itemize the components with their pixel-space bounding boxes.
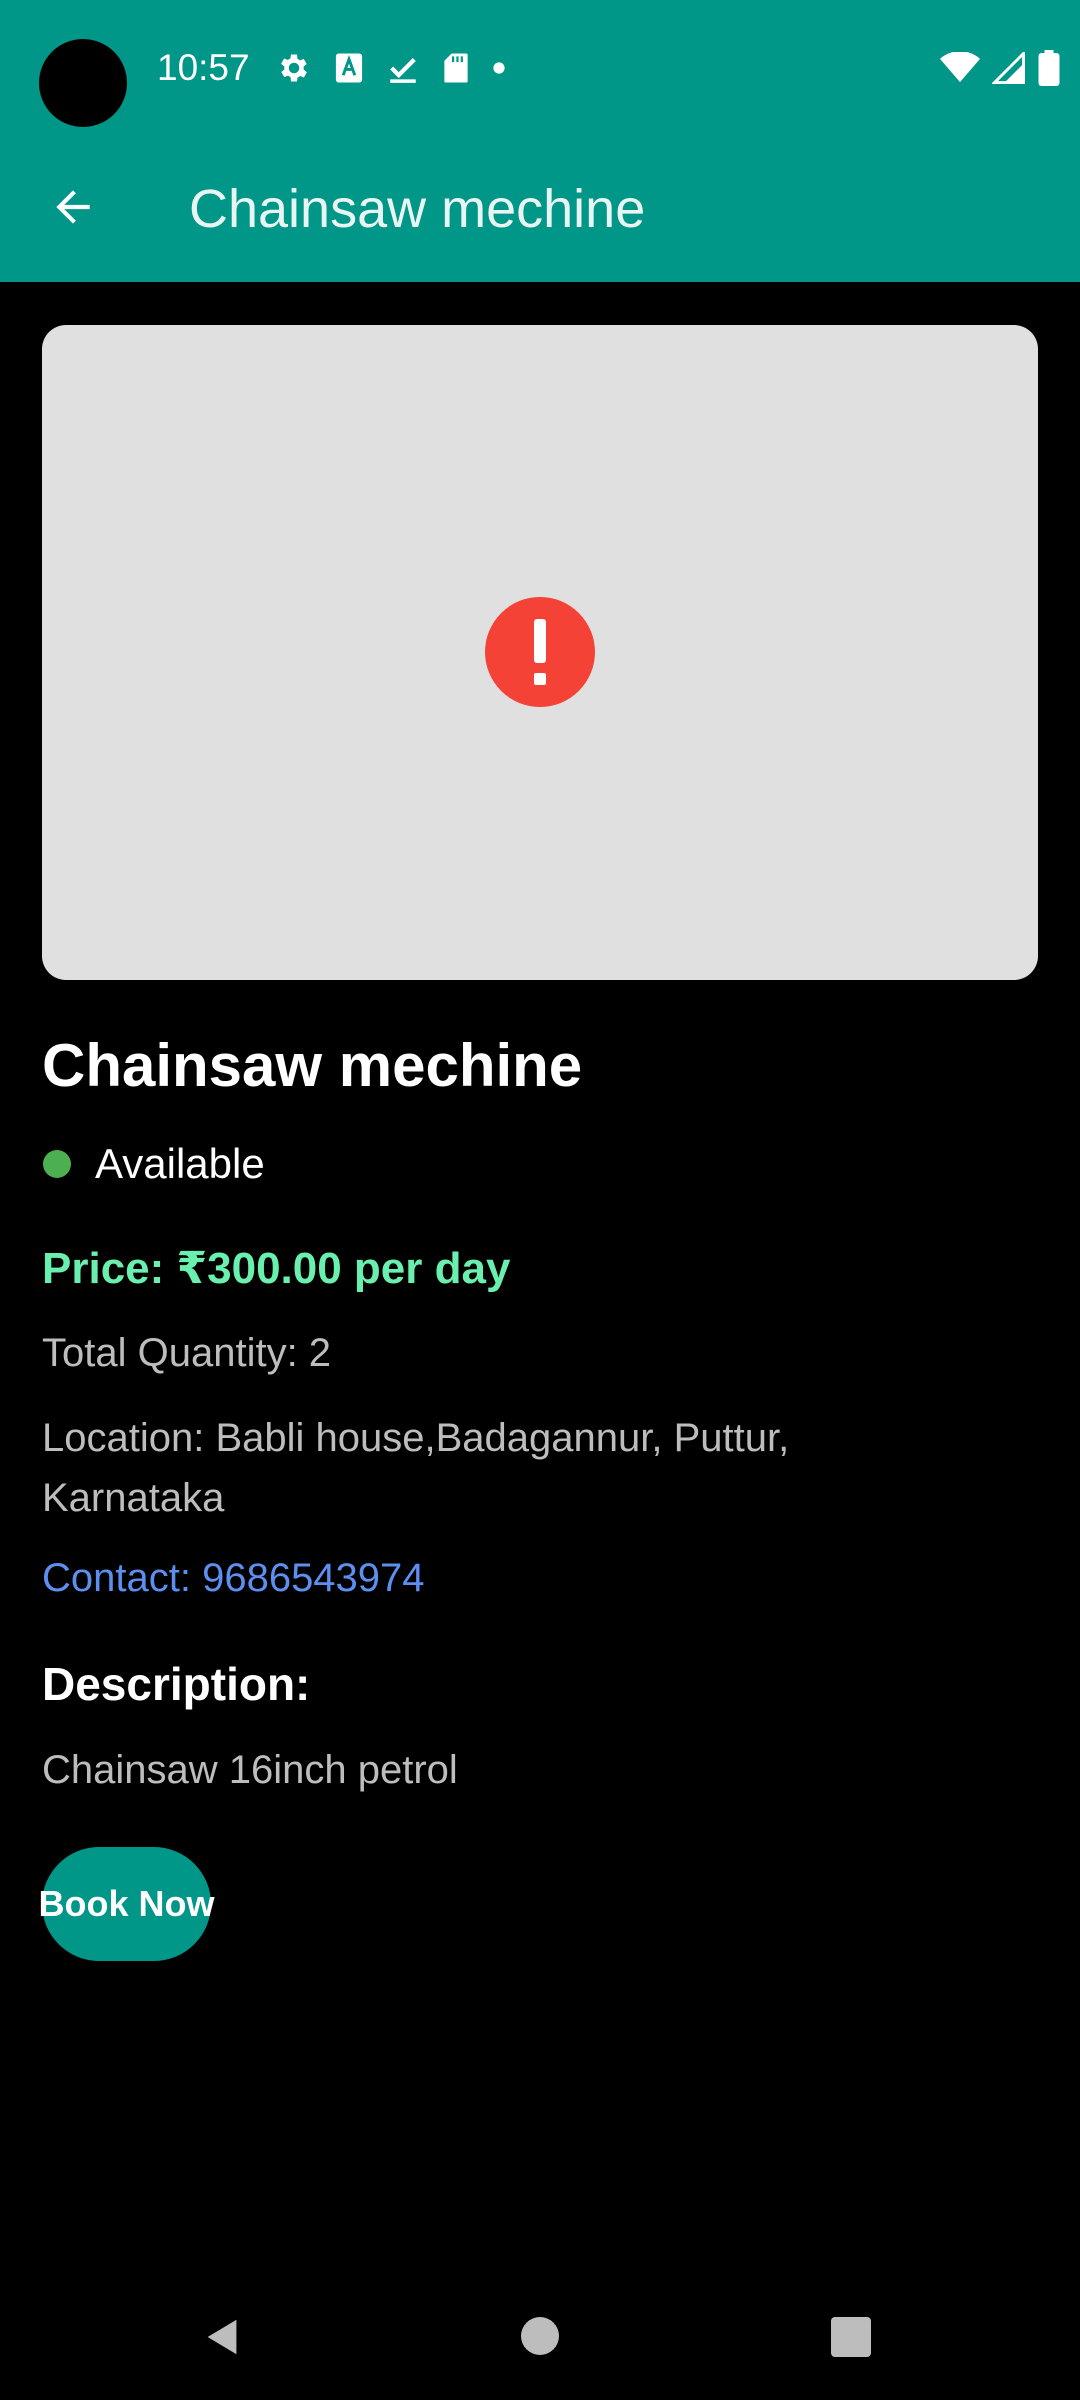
system-nav-bar bbox=[0, 2274, 1080, 2400]
status-icons-right bbox=[940, 48, 1060, 88]
wifi-icon bbox=[940, 52, 980, 84]
availability-label: Available bbox=[95, 1140, 265, 1187]
nav-recents-icon[interactable] bbox=[831, 2317, 871, 2357]
camera-cutout bbox=[39, 39, 127, 127]
quantity-text: Total Quantity: 2 bbox=[42, 1331, 332, 1375]
notification-dot-icon bbox=[492, 61, 506, 75]
error-icon bbox=[485, 597, 595, 707]
status-time: 10:57 bbox=[157, 47, 250, 88]
font-a-icon bbox=[334, 52, 364, 84]
item-image-placeholder bbox=[42, 325, 1038, 980]
contact-link[interactable]: Contact: 9686543974 bbox=[42, 1553, 425, 1603]
price-text: Price: ₹300.00 per day bbox=[42, 1244, 511, 1293]
cell-signal-icon bbox=[992, 52, 1026, 84]
battery-icon bbox=[1038, 50, 1060, 86]
nav-back-icon[interactable] bbox=[200, 2314, 246, 2360]
sd-card-icon bbox=[442, 52, 470, 84]
description-heading: Description: bbox=[42, 1658, 311, 1710]
status-bar: 10:57 bbox=[0, 0, 1080, 136]
page-title: Chainsaw mechine bbox=[189, 179, 646, 239]
nav-home-icon[interactable] bbox=[521, 2317, 559, 2355]
back-button[interactable] bbox=[30, 166, 116, 252]
checkmark-download-icon bbox=[386, 51, 420, 85]
location-text: Location: Babli house,Badagannur, Puttur… bbox=[42, 1416, 790, 1520]
app-bar: Chainsaw mechine bbox=[0, 136, 1080, 282]
status-icons-left bbox=[276, 48, 506, 88]
item-title: Chainsaw mechine bbox=[42, 1032, 583, 1099]
arrow-back-icon bbox=[48, 182, 98, 237]
availability-status-dot bbox=[43, 1150, 71, 1178]
settings-icon bbox=[276, 50, 312, 86]
description-text: Chainsaw 16inch petrol bbox=[42, 1748, 458, 1792]
book-now-button[interactable]: Book Now bbox=[39, 1847, 215, 1961]
